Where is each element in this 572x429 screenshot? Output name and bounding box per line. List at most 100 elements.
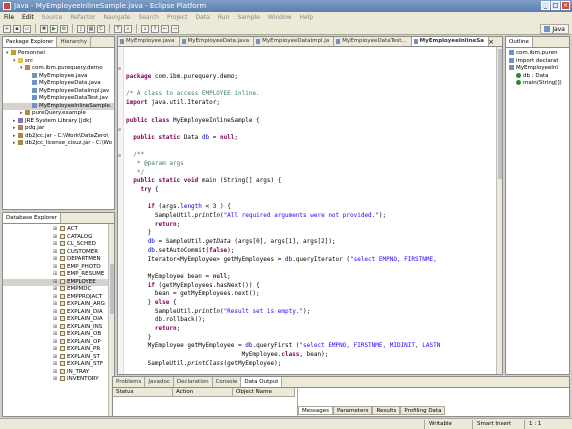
new-icon[interactable]: + (3, 24, 11, 33)
forward-icon[interactable]: → (171, 24, 179, 33)
db-table-item[interactable]: ⊞ INVENTORY (3, 376, 114, 384)
db-table-item[interactable]: ⊞ EMP_RESUME (3, 271, 114, 279)
editor-tab[interactable]: MyEmployeeInlineSa (411, 37, 489, 46)
db-table-item[interactable]: ⊞ EMPPROJACT (3, 293, 114, 302)
expand-toggle-icon[interactable]: ⊞ (53, 264, 60, 272)
db-table-item[interactable]: ⊞ EXPLAIN_OB (3, 331, 114, 339)
column-header[interactable]: Status (113, 388, 173, 396)
tree-item[interactable]: MyEmployeeInlineSample. (3, 102, 114, 110)
expand-toggle-icon[interactable]: ⊞ (53, 369, 60, 377)
tree-item[interactable]: ▾ Personnel (3, 50, 114, 58)
menu-item-source[interactable]: Source (42, 14, 63, 21)
fold-marker-icon[interactable]: ⊖ (118, 152, 121, 161)
expand-toggle-icon[interactable]: ⊞ (53, 234, 60, 242)
db-table-item[interactable]: ⊞ ACT (3, 226, 114, 234)
tree-item[interactable]: ▸ db2jcc_license_cisuz.jar - C:\Wo (3, 140, 114, 148)
tree-item[interactable]: ▸ pureQuery.example (3, 110, 114, 118)
expand-toggle-icon[interactable]: ⊞ (53, 271, 60, 279)
tree-item[interactable]: ▾ com.ibm.purequery.demo (3, 65, 114, 73)
close-button[interactable]: × (561, 1, 570, 10)
next-annotation-icon[interactable]: ↓ (141, 24, 149, 33)
perspective-switcher[interactable]: Java (540, 24, 569, 34)
db-table-item[interactable]: ⊞ EXPLAIN_INS (3, 323, 114, 332)
scrollbar-thumb[interactable] (498, 49, 502, 179)
db-table-item[interactable]: ⊞ EMPLOYEE (3, 278, 114, 286)
menu-item-window[interactable]: Window (268, 14, 292, 21)
editor-tab[interactable]: MyEmployee.java (118, 37, 180, 46)
expand-toggle-icon[interactable]: ⊞ (53, 301, 60, 309)
scrollbar-thumb[interactable] (110, 264, 114, 314)
external-tools-icon[interactable]: ⚙ (60, 24, 68, 33)
tree-item[interactable]: ▾ src (3, 57, 114, 66)
expand-toggle-icon[interactable]: ⊞ (53, 256, 60, 264)
editor-tab[interactable]: MyEmployeeData.java (180, 37, 255, 46)
expand-toggle-icon[interactable]: ⊞ (53, 309, 60, 317)
expand-toggle-icon[interactable]: ⊞ (53, 339, 60, 347)
outline-item[interactable]: import declarat (506, 57, 569, 66)
maximize-button[interactable]: □ (551, 1, 560, 10)
expand-toggle-icon[interactable]: ⊞ (53, 361, 60, 369)
menu-item-file[interactable]: File (4, 14, 14, 21)
db-table-item[interactable]: ⊞ CL_SCHED (3, 241, 114, 249)
tree-item[interactable]: ▸ pdq.jar (3, 125, 114, 133)
back-icon[interactable]: ← (161, 24, 169, 33)
tab-data-output[interactable]: Data Output (241, 377, 283, 387)
new-class-icon[interactable]: C (97, 24, 105, 33)
db-table-item[interactable]: ⊞ EXPLAIN_DIA (3, 316, 114, 324)
result-tab-parameters[interactable]: Parameters (332, 406, 373, 415)
db-table-item[interactable]: ⊞ EXPLAIN_PR (3, 346, 114, 354)
outline-item[interactable]: MyEmployeeInl (506, 65, 569, 73)
code-area[interactable]: package com.ibm.purequery.demo; /* A clas… (118, 47, 502, 374)
expand-toggle-icon[interactable]: ⊞ (53, 294, 60, 302)
expand-toggle-icon[interactable]: ⊞ (53, 241, 60, 249)
fold-marker-icon[interactable]: ⊖ (118, 126, 121, 135)
result-tab-messages[interactable]: Messages (298, 406, 333, 415)
outline-item[interactable]: db : Data (506, 72, 569, 81)
expand-toggle-icon[interactable]: ⊞ (53, 324, 60, 332)
tab-problems[interactable]: Problems (113, 377, 146, 387)
db-table-item[interactable]: ⊞ EXPLAIN_OP (3, 338, 114, 347)
tree-item[interactable]: MyEmployeeDataImpl.jav (3, 87, 114, 96)
tree-item[interactable]: MyEmployeeData.java (3, 80, 114, 88)
expand-toggle-icon[interactable]: ⊞ (53, 286, 60, 294)
tab-package-explorer[interactable]: Package Explorer (3, 37, 58, 47)
fold-marker-icon[interactable]: ⊖ (118, 65, 121, 74)
close-editor-icon[interactable]: × (488, 38, 494, 46)
db-table-item[interactable]: ⊞ CUSTOMER (3, 248, 114, 257)
expand-toggle-icon[interactable]: ⊞ (53, 316, 60, 324)
expand-toggle-icon[interactable]: ⊞ (53, 376, 60, 384)
previous-annotation-icon[interactable]: ↑ (151, 24, 159, 33)
expand-toggle-icon[interactable]: ⊞ (53, 226, 60, 234)
menu-item-data[interactable]: Data (196, 14, 210, 21)
open-type-icon[interactable]: T (114, 24, 122, 33)
menu-item-run[interactable]: Run (218, 14, 230, 21)
db-table-item[interactable]: ⊞ EXPLAIN_ST (3, 353, 114, 362)
tree-item[interactable]: ▸ JRE System Library [jdk] (3, 117, 114, 126)
editor-tab[interactable]: MyEmployeeDataImpl.ja (254, 37, 335, 46)
outline-item[interactable]: com.ibm.puren (506, 50, 569, 58)
db-table-item[interactable]: ⊞ EXPLAIN_ARG (3, 301, 114, 309)
db-table-item[interactable]: ⊞ EMPMDC (3, 286, 114, 294)
tab-javadoc[interactable]: Javadoc (145, 377, 174, 387)
tab-hierarchy[interactable]: Hierarchy (57, 37, 92, 47)
db-table-item[interactable]: ⊞ EXPLAIN_DIA (3, 308, 114, 317)
tree-item[interactable]: ▸ db2jcc.jar - C:\Work\DataZero\ (3, 132, 114, 141)
minimize-button[interactable]: _ (541, 1, 550, 10)
menu-item-refactor[interactable]: Refactor (70, 14, 95, 21)
outline-item[interactable]: main(String[]) (506, 80, 569, 88)
run-icon[interactable]: ▶ (50, 24, 58, 33)
column-header[interactable]: Action (173, 388, 233, 396)
menu-item-help[interactable]: Help (300, 14, 314, 21)
tab-console[interactable]: Console (213, 377, 242, 387)
tab-outline[interactable]: Outline (506, 37, 533, 47)
menu-item-search[interactable]: Search (138, 14, 159, 21)
debug-icon[interactable]: ✱ (40, 24, 48, 33)
menu-item-navigate[interactable]: Navigate (103, 14, 130, 21)
result-tab-profiling-data[interactable]: Profiling Data (400, 406, 446, 415)
expand-toggle-icon[interactable]: ⊞ (53, 346, 60, 354)
db-table-item[interactable]: ⊞ DEPARTMEN (3, 256, 114, 264)
editor-scrollbar[interactable] (496, 47, 502, 374)
tree-item[interactable]: MyEmployeeDataTest.jav (3, 95, 114, 103)
tree-item[interactable]: MyEmployee.java (3, 72, 114, 81)
db-table-item[interactable]: ⊞ EXPLAIN_STF (3, 361, 114, 369)
